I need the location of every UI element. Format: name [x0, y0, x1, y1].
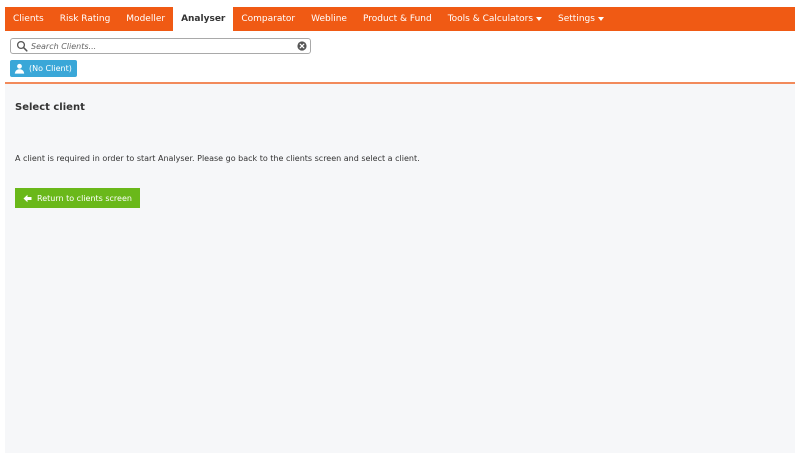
client-search-box [10, 38, 311, 54]
selected-client-label: (No Client) [29, 64, 72, 73]
caret-down-icon [597, 17, 604, 21]
nav-tab-webline[interactable]: Webline [303, 7, 355, 31]
nav-tab-label: Modeller [126, 14, 166, 24]
search-clients-input[interactable] [31, 40, 286, 52]
return-to-clients-button[interactable]: Return to clients screen [15, 188, 140, 208]
return-button-label: Return to clients screen [37, 193, 132, 203]
nav-tab-label: Comparator [241, 14, 296, 24]
nav-tab-risk-rating[interactable]: Risk Rating [52, 7, 119, 31]
nav-tab-label: Analyser [181, 14, 226, 24]
nav-menu-tools-calculators[interactable]: Tools & Calculators [440, 7, 550, 31]
nav-tab-modeller[interactable]: Modeller [118, 7, 173, 31]
nav-tab-label: Settings [558, 14, 595, 24]
search-icon [16, 40, 28, 52]
page-title: Select client [15, 102, 85, 113]
nav-tab-product-fund[interactable]: Product & Fund [355, 7, 440, 31]
main-navigation: Clients Risk Rating Modeller Analyser Co… [5, 7, 795, 31]
user-icon [14, 63, 25, 74]
nav-tab-label: Risk Rating [59, 14, 111, 24]
app-window: Clients Risk Rating Modeller Analyser Co… [5, 7, 795, 453]
selected-client-chip[interactable]: (No Client) [10, 60, 77, 77]
nav-tab-label: Product & Fund [362, 14, 432, 24]
nav-menu-settings[interactable]: Settings [550, 7, 612, 31]
caret-down-icon [536, 17, 543, 21]
nav-tab-comparator[interactable]: Comparator [233, 7, 303, 31]
client-header: (No Client) [5, 31, 795, 84]
nav-tab-clients[interactable]: Clients [5, 7, 52, 31]
nav-tab-label: Clients [13, 14, 44, 24]
nav-tab-label: Webline [311, 14, 347, 24]
nav-tab-label: Tools & Calculators [447, 14, 534, 24]
clear-icon[interactable] [297, 41, 307, 51]
arrow-left-icon [23, 194, 32, 202]
no-client-message: A client is required in order to start A… [15, 154, 420, 163]
nav-tab-analyser[interactable]: Analyser [173, 7, 234, 31]
main-content: Select client A client is required in or… [5, 84, 795, 453]
